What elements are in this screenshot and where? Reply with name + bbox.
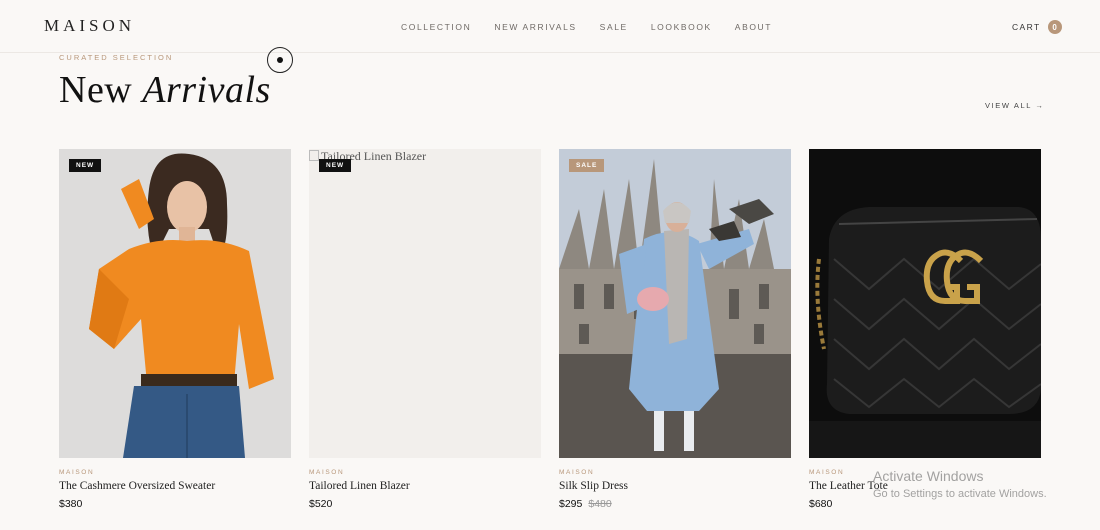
- product-card[interactable]: MAISON The Leather Tote $680: [809, 149, 1041, 510]
- product-card[interactable]: NEW MAISON The Cashmere Oversized Sweate…: [59, 149, 291, 510]
- nav-collection[interactable]: COLLECTION: [401, 22, 471, 32]
- product-price: $520: [309, 498, 333, 510]
- cart-count-badge: 0: [1047, 20, 1062, 34]
- activation-title: Activate Windows: [873, 468, 984, 484]
- product-original-price: $480: [588, 498, 612, 510]
- section-eyebrow: CURATED SELECTION: [59, 53, 174, 62]
- product-badge: SALE: [569, 159, 605, 172]
- windows-activation-watermark: Activate Windows Go to Settings to activ…: [873, 468, 1047, 500]
- leather-bag-photo-icon: [809, 149, 1041, 458]
- cursor-dot: [277, 57, 283, 63]
- title-plain: New: [59, 69, 133, 111]
- cathedral-photo-icon: [559, 149, 791, 458]
- cart-label: CART: [1012, 22, 1041, 32]
- product-name[interactable]: Silk Slip Dress: [559, 480, 791, 492]
- product-price-row: $520: [309, 498, 541, 510]
- main-nav: COLLECTION NEW ARRIVALS SALE LOOKBOOK AB…: [401, 22, 772, 32]
- product-brand: MAISON: [309, 469, 345, 476]
- product-grid: NEW MAISON The Cashmere Oversized Sweate…: [59, 149, 1041, 510]
- product-card[interactable]: SALE MAISON Silk Slip Dress $295 $480: [559, 149, 791, 510]
- product-name[interactable]: Tailored Linen Blazer: [309, 480, 541, 492]
- product-brand: MAISON: [59, 469, 95, 476]
- view-all-link[interactable]: VIEW ALL →: [985, 101, 1045, 110]
- sweater-photo-icon: [59, 149, 291, 458]
- product-image[interactable]: SALE: [559, 149, 791, 458]
- product-price: $295: [559, 498, 583, 510]
- nav-about[interactable]: ABOUT: [735, 22, 772, 32]
- product-price-row: $380: [59, 498, 291, 510]
- product-image[interactable]: [809, 149, 1041, 458]
- product-price: $380: [59, 498, 83, 510]
- nav-lookbook[interactable]: LOOKBOOK: [651, 22, 712, 32]
- product-card[interactable]: Tailored Linen Blazer NEW MAISON Tailore…: [309, 149, 541, 510]
- title-italic: Arrivals: [142, 69, 271, 111]
- product-image[interactable]: Tailored Linen Blazer NEW: [309, 149, 541, 458]
- nav-new-arrivals[interactable]: NEW ARRIVALS: [494, 22, 576, 32]
- cart-button[interactable]: CART 0: [1012, 20, 1062, 34]
- activation-subtitle: Go to Settings to activate Windows.: [873, 488, 1047, 500]
- product-price: $680: [809, 498, 833, 510]
- product-name[interactable]: The Cashmere Oversized Sweater: [59, 480, 291, 492]
- product-badge: NEW: [69, 159, 102, 172]
- nav-sale[interactable]: SALE: [600, 22, 628, 32]
- broken-image-icon: [309, 150, 319, 161]
- site-header: MAISON COLLECTION NEW ARRIVALS SALE LOOK…: [0, 0, 1100, 53]
- brand-logo[interactable]: MAISON: [44, 16, 135, 36]
- product-brand: MAISON: [559, 469, 595, 476]
- product-image[interactable]: NEW: [59, 149, 291, 458]
- product-price-row: $295 $480: [559, 498, 791, 510]
- product-badge: NEW: [319, 159, 352, 172]
- custom-cursor-icon: [267, 47, 293, 73]
- page-title: New Arrivals: [59, 68, 271, 112]
